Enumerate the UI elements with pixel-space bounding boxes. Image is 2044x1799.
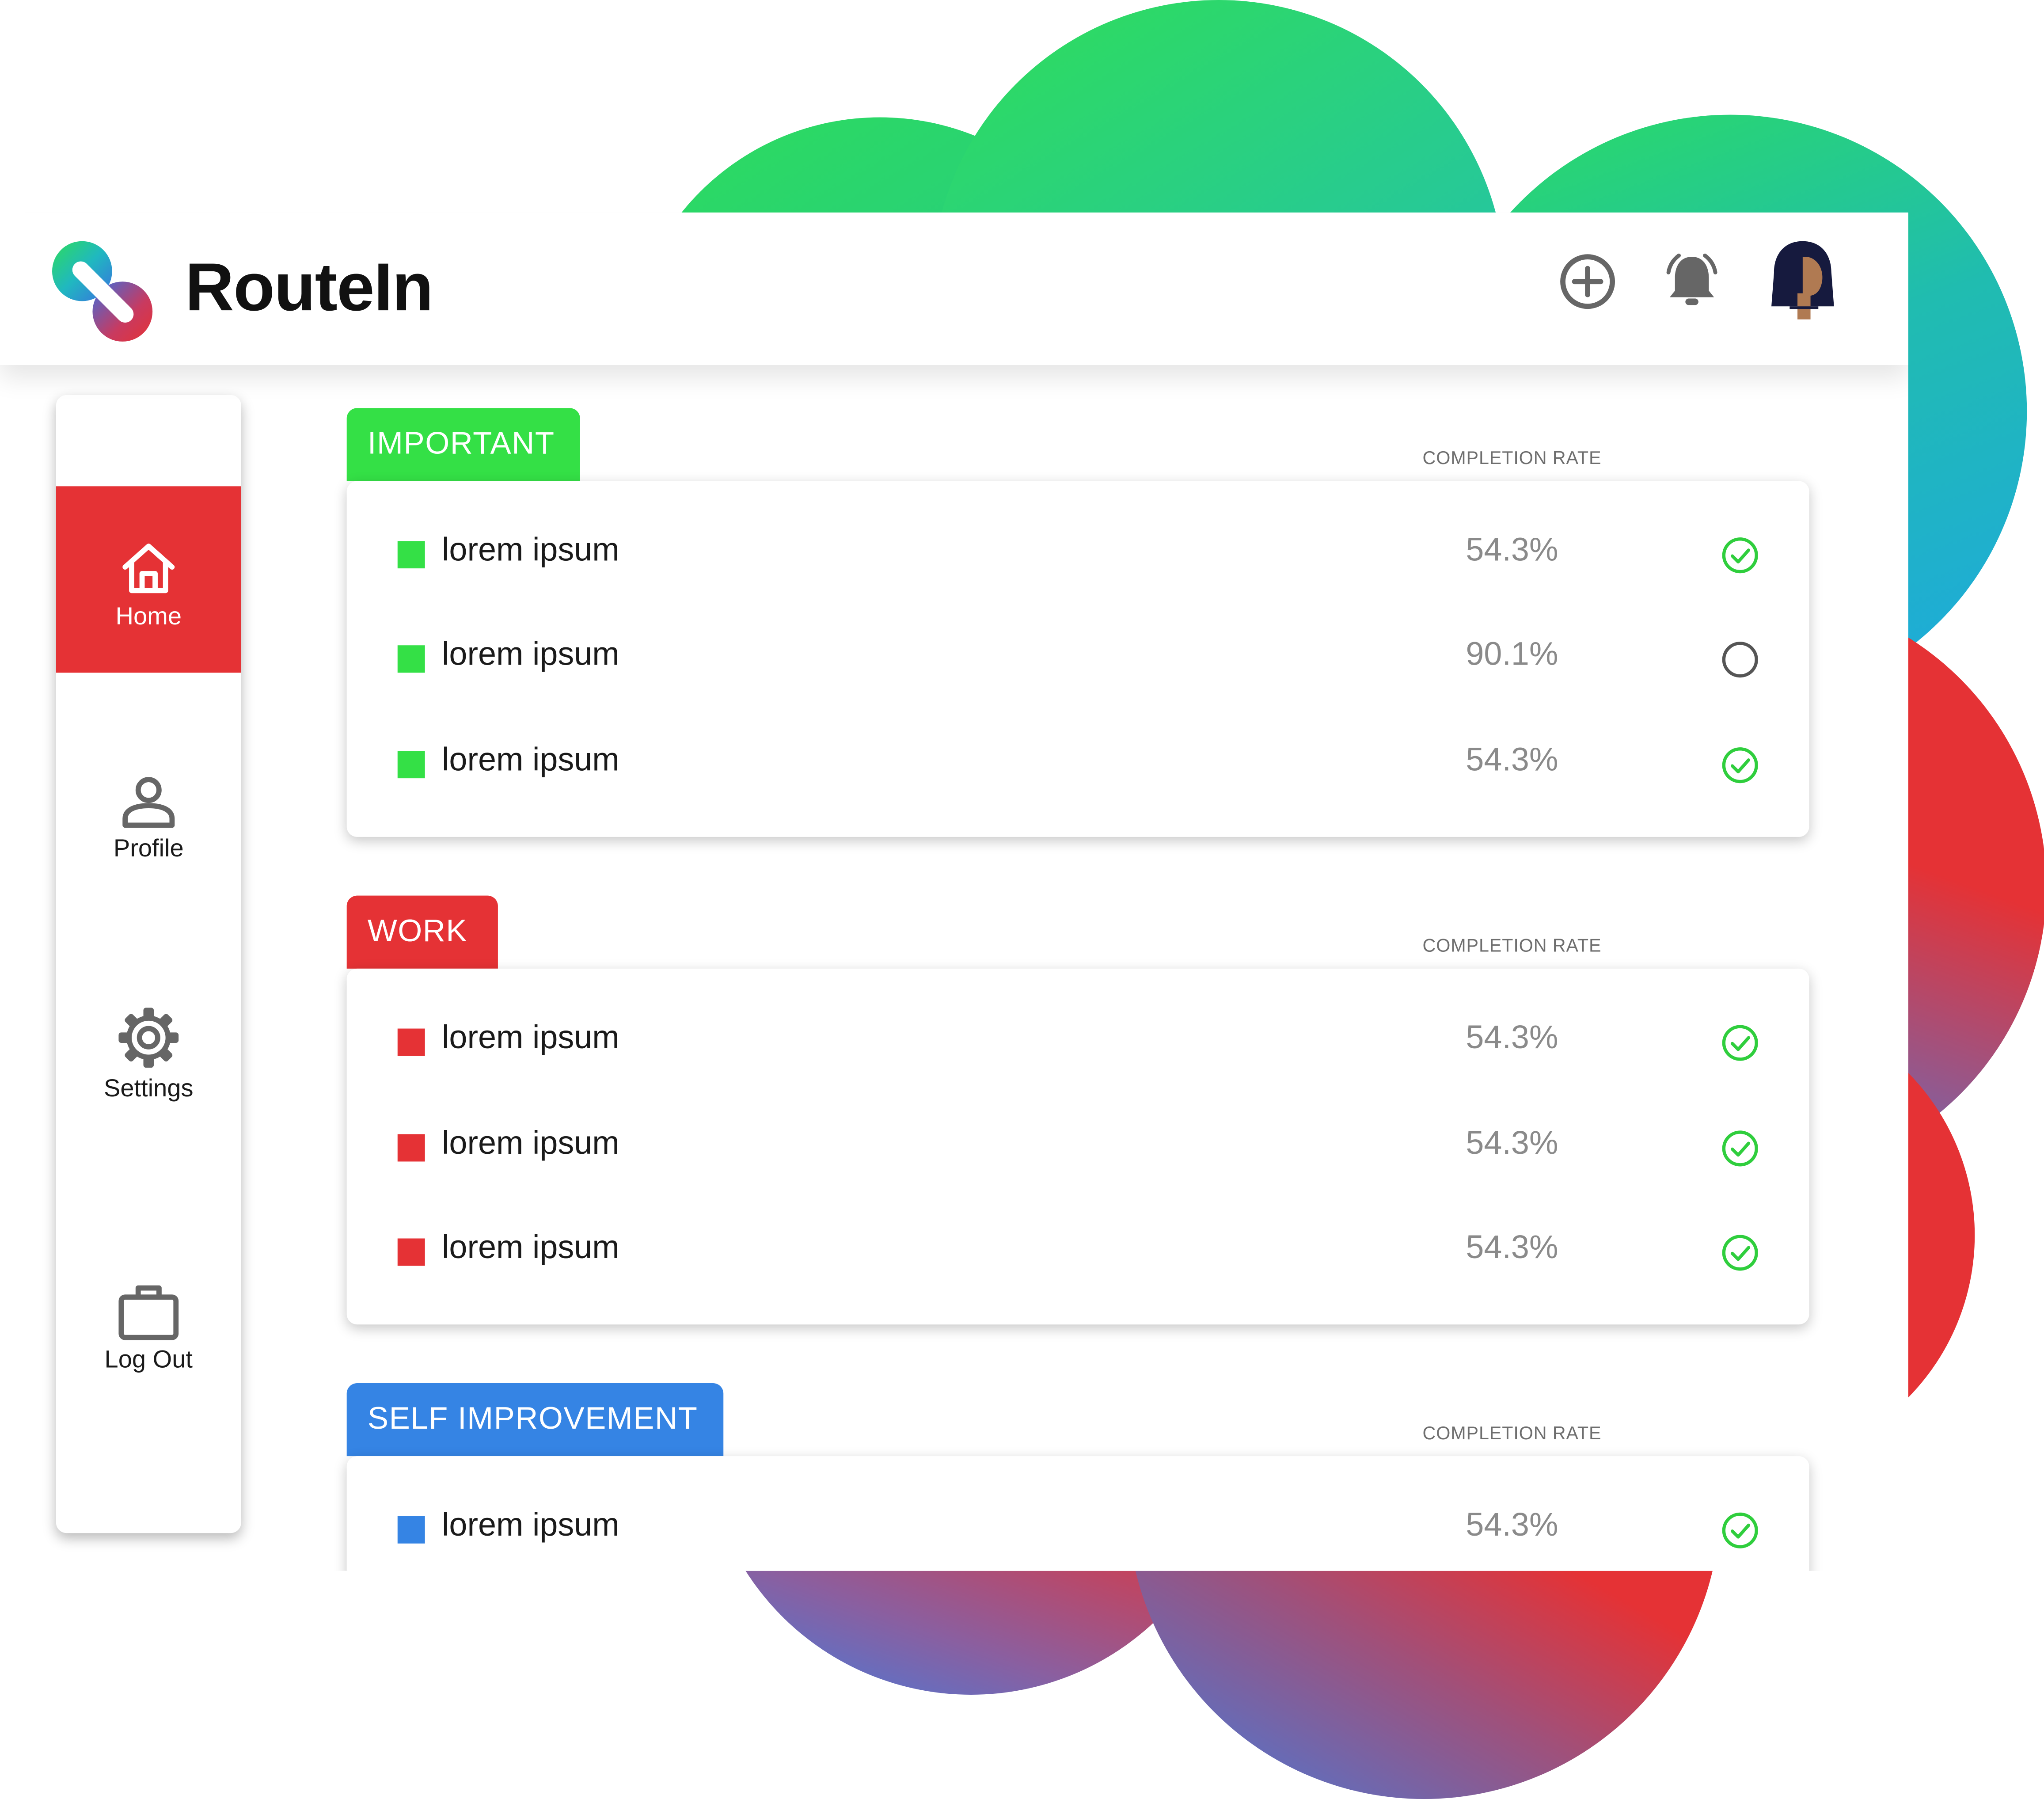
check-circle-icon[interactable]	[1721, 1129, 1760, 1168]
sidebar-item-logout[interactable]: Log Out	[56, 1282, 241, 1375]
task-row[interactable]: lorem ipsum 90.1%	[347, 606, 1809, 711]
category-color-swatch	[397, 1238, 425, 1266]
sidebar-item-profile[interactable]: Profile	[56, 776, 241, 864]
task-row[interactable]: lorem ipsum 54.3%	[347, 1199, 1809, 1304]
section-tag-work[interactable]: WORK	[346, 895, 498, 969]
sidebar-item-label: Log Out	[104, 1346, 193, 1374]
task-row[interactable]: lorem ipsum 54.3%	[347, 1095, 1809, 1199]
completion-rate: 54.3%	[1466, 532, 1558, 569]
sidebar: Home Profile Settings Log Out	[56, 395, 241, 1533]
check-circle-icon[interactable]	[1721, 536, 1760, 575]
category-color-swatch	[397, 645, 425, 673]
task-name: lorem ipsum	[442, 1229, 619, 1266]
task-card-self-improvement: lorem ipsum 54.3%	[346, 1456, 1809, 1571]
check-circle-icon[interactable]	[1721, 1023, 1760, 1063]
empty-circle-icon[interactable]	[1721, 640, 1760, 679]
stage: RouteIn Home Profile Settings Log Out IM…	[0, 0, 2044, 1799]
gear-icon	[118, 1008, 179, 1068]
sidebar-item-label: Profile	[113, 835, 184, 863]
app-window: RouteIn Home Profile Settings Log Out IM…	[0, 212, 1908, 1571]
sidebar-item-settings[interactable]: Settings	[56, 1005, 241, 1104]
briefcase-icon	[118, 1285, 179, 1340]
add-circle-icon[interactable]	[1555, 249, 1620, 314]
category-color-swatch	[397, 1134, 425, 1162]
completion-rate-header: COMPLETION RATE	[1422, 935, 1602, 956]
logo-icon	[52, 241, 153, 342]
top-bar: RouteIn	[0, 212, 1908, 365]
sidebar-item-home[interactable]: Home	[56, 486, 241, 673]
task-name: lorem ipsum	[442, 532, 619, 569]
user-icon	[122, 777, 175, 828]
task-row[interactable]: lorem ipsum 54.3%	[347, 1477, 1809, 1571]
completion-rate-header: COMPLETION RATE	[1422, 1422, 1602, 1443]
sidebar-item-label: Settings	[104, 1075, 194, 1103]
task-name: lorem ipsum	[442, 1019, 619, 1056]
completion-rate-header: COMPLETION RATE	[1422, 447, 1602, 468]
task-name: lorem ipsum	[442, 742, 619, 779]
completion-rate: 54.3%	[1466, 742, 1558, 779]
task-row[interactable]: lorem ipsum 54.3%	[347, 989, 1809, 1094]
task-card-important: lorem ipsum 54.3% lorem ipsum 90.1% lore…	[346, 481, 1809, 837]
section-tag-important[interactable]: IMPORTANT	[346, 408, 580, 481]
check-circle-icon[interactable]	[1721, 1511, 1760, 1550]
task-card-work: lorem ipsum 54.3% lorem ipsum 54.3% lore…	[346, 968, 1809, 1325]
task-row[interactable]: lorem ipsum 54.3%	[347, 712, 1809, 816]
completion-rate: 54.3%	[1466, 1507, 1558, 1544]
category-color-swatch	[397, 541, 425, 569]
task-row[interactable]: lorem ipsum 54.3%	[347, 502, 1809, 606]
category-color-swatch	[397, 1516, 425, 1544]
completion-rate: 54.3%	[1466, 1125, 1558, 1162]
category-color-swatch	[397, 751, 425, 779]
task-name: lorem ipsum	[442, 1125, 619, 1162]
completion-rate: 54.3%	[1466, 1019, 1558, 1056]
task-name: lorem ipsum	[442, 1507, 619, 1544]
home-icon	[122, 544, 175, 593]
check-circle-icon[interactable]	[1721, 745, 1760, 785]
avatar[interactable]	[1766, 239, 1839, 322]
bell-icon[interactable]	[1659, 249, 1725, 314]
section-tag-self-improvement[interactable]: SELF IMPROVEMENT	[346, 1383, 724, 1457]
task-name: lorem ipsum	[442, 636, 619, 673]
completion-rate: 90.1%	[1466, 636, 1558, 673]
brand-title: RouteIn	[185, 250, 433, 326]
category-color-swatch	[397, 1028, 425, 1056]
sidebar-item-label: Home	[115, 603, 182, 631]
check-circle-icon[interactable]	[1721, 1233, 1760, 1273]
completion-rate: 54.3%	[1466, 1229, 1558, 1266]
